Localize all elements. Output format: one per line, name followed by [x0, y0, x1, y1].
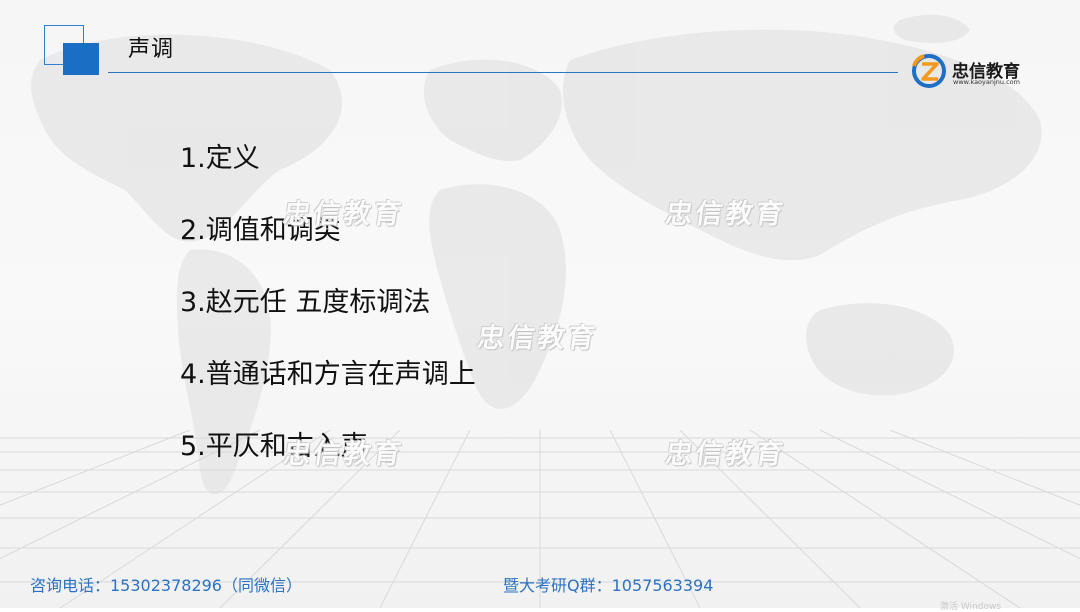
topic-item: 4.普通话和方言在声调上 — [180, 359, 476, 390]
footer-consult-phone: 咨询电话：15302378296（同微信） — [30, 576, 302, 595]
watermark: 忠信教育 — [663, 199, 788, 230]
watermark: 忠信教育 — [281, 199, 406, 230]
z-logo-icon — [912, 54, 946, 88]
watermark: 忠信教育 — [663, 439, 788, 470]
brand-logo: 忠信教育 www.kaoyanjnu.com — [910, 52, 1050, 92]
title-divider — [108, 72, 898, 73]
slide-title: 声调 — [128, 37, 175, 62]
footer-qq-group: 暨大考研Q群：1057563394 — [503, 576, 714, 595]
topic-item: 3.赵元任 五度标调法 — [180, 287, 431, 318]
activation-notice: 激活 Windows — [940, 602, 1002, 612]
square-decoration-fill — [63, 43, 99, 75]
watermark: 忠信教育 — [281, 439, 406, 470]
logo-url: www.kaoyanjnu.com — [953, 78, 1020, 86]
watermark: 忠信教育 — [475, 323, 600, 354]
